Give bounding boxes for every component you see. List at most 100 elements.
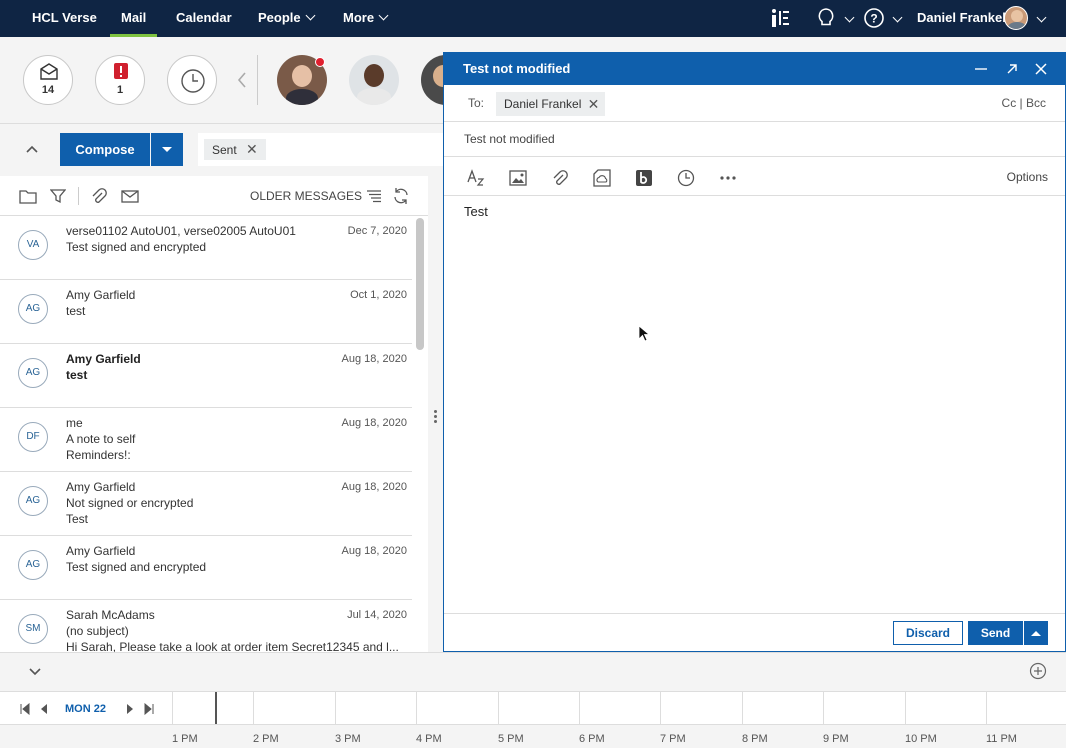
- box-icon[interactable]: [635, 169, 653, 187]
- first-page-icon[interactable]: [19, 703, 31, 715]
- to-label: To:: [468, 96, 485, 110]
- hour-label: 3 PM: [335, 733, 361, 745]
- sender-avatar: DF: [18, 422, 48, 452]
- calendar-strip: MON 22 1 PM 2 PM 3 PM 4 PM 5 PM 6 PM 7 P…: [0, 652, 1066, 748]
- options-link[interactable]: Options: [1007, 170, 1048, 184]
- message-subject: Test signed and encrypted: [66, 560, 207, 574]
- message-row[interactable]: AG Amy Garfield Not signed or encrypted …: [0, 472, 412, 536]
- message-subject: test: [66, 368, 88, 382]
- reminders-bubble[interactable]: [167, 55, 217, 105]
- attachment-icon[interactable]: [551, 169, 569, 187]
- next-day-icon[interactable]: [125, 703, 135, 715]
- filter-box[interactable]: Sent ✕: [198, 133, 443, 166]
- hour-label: 6 PM: [579, 733, 605, 745]
- brand-logo[interactable]: HCL Verse: [32, 0, 97, 37]
- divider: [78, 187, 79, 205]
- hour-gridline: [660, 692, 661, 724]
- inbox-bubble[interactable]: 14: [23, 55, 73, 105]
- nav-people[interactable]: People: [258, 0, 316, 37]
- chevron-down-icon[interactable]: [892, 12, 903, 23]
- message-subject: Test signed and encrypted: [66, 240, 207, 254]
- caret-up-icon: [1031, 631, 1041, 636]
- pane-splitter[interactable]: [428, 176, 443, 652]
- hour-gridline: [335, 692, 336, 724]
- message-row[interactable]: AG Amy Garfield test Oct 1, 2020: [0, 280, 412, 344]
- message-row[interactable]: AG Amy Garfield Test signed and encrypte…: [0, 536, 412, 600]
- svg-text:?: ?: [870, 12, 877, 26]
- nav-calendar[interactable]: Calendar: [176, 0, 232, 37]
- message-row[interactable]: AG Amy Garfield test Aug 18, 2020: [0, 344, 412, 408]
- clock-icon[interactable]: [677, 169, 695, 187]
- compose-dropdown[interactable]: [151, 133, 183, 166]
- hour-label: 2 PM: [253, 733, 279, 745]
- editor-toolbar: Options: [444, 157, 1065, 196]
- prev-day-icon[interactable]: [39, 703, 49, 715]
- compose-title-bar[interactable]: Test not modified: [444, 53, 1065, 85]
- recipient-chip[interactable]: Daniel Frankel ✕: [496, 92, 606, 116]
- chevron-down-icon[interactable]: [844, 12, 855, 23]
- compose-button[interactable]: Compose: [60, 133, 150, 166]
- hour-gridline: [986, 692, 987, 724]
- close-icon[interactable]: ✕: [246, 141, 258, 157]
- subject-field[interactable]: Test not modified: [464, 132, 555, 146]
- text-format-icon[interactable]: [467, 169, 485, 187]
- user-name[interactable]: Daniel Frankel: [917, 0, 1006, 37]
- older-messages-button[interactable]: OLDER MESSAGES: [250, 189, 362, 203]
- sender-avatar: AG: [18, 486, 48, 516]
- nav-mail[interactable]: Mail: [110, 0, 158, 37]
- cc-bcc-link[interactable]: Cc | Bcc: [1002, 96, 1046, 110]
- chevron-down-icon[interactable]: [28, 667, 42, 677]
- chevron-up-icon[interactable]: [25, 144, 39, 154]
- contact-avatar[interactable]: [421, 55, 443, 105]
- inbox-icon: [40, 63, 58, 80]
- hour-label: 1 PM: [172, 733, 198, 745]
- current-day-label[interactable]: MON 22: [65, 703, 106, 715]
- chevron-down-icon[interactable]: [1036, 12, 1047, 23]
- message-list: VA verse01102 AutoU01, verse02005 AutoU0…: [0, 216, 428, 652]
- refresh-icon[interactable]: [392, 187, 410, 205]
- help-icon[interactable]: ?: [863, 7, 885, 29]
- divider: [257, 55, 258, 105]
- hour-gridline: [742, 692, 743, 724]
- cloud-file-icon[interactable]: [593, 169, 611, 187]
- list-scrollbar[interactable]: [416, 218, 424, 350]
- chevron-down-icon: [305, 10, 316, 21]
- folder-icon[interactable]: [19, 189, 37, 204]
- apps-icon[interactable]: [770, 7, 792, 29]
- attachment-icon[interactable]: [91, 188, 107, 205]
- hour-gridline: [172, 692, 173, 724]
- more-icon[interactable]: [719, 169, 737, 187]
- hour-gridline: [905, 692, 906, 724]
- message-row[interactable]: SM Sarah McAdams (no subject) Hi Sarah, …: [0, 600, 412, 652]
- send-button[interactable]: Send: [968, 621, 1023, 645]
- contact-avatar[interactable]: [349, 55, 399, 105]
- nav-more[interactable]: More: [343, 0, 389, 37]
- close-icon[interactable]: ✕: [588, 92, 600, 116]
- last-page-icon[interactable]: [143, 703, 155, 715]
- message-row[interactable]: VA verse01102 AutoU01, verse02005 AutoU0…: [0, 216, 412, 280]
- hour-label: 10 PM: [905, 733, 937, 745]
- subject-row[interactable]: Test not modified: [444, 122, 1065, 157]
- discard-button[interactable]: Discard: [893, 621, 963, 645]
- popout-icon[interactable]: [1005, 62, 1019, 76]
- filter-chip-sent[interactable]: Sent ✕: [204, 139, 266, 160]
- message-body-editor[interactable]: Test: [444, 196, 1065, 613]
- lightbulb-icon[interactable]: [816, 7, 836, 29]
- image-icon[interactable]: [509, 169, 527, 187]
- message-row[interactable]: DF me A note to self Reminders!: Aug 18,…: [0, 408, 412, 472]
- add-event-icon[interactable]: [1029, 662, 1047, 680]
- hour-label: 9 PM: [823, 733, 849, 745]
- important-bubble[interactable]: 1: [95, 55, 145, 105]
- minimize-icon[interactable]: [974, 63, 988, 75]
- chevron-left-icon[interactable]: [236, 71, 248, 89]
- bubble-row: 14 1: [0, 37, 443, 124]
- sort-icon[interactable]: [366, 189, 382, 204]
- send-options-button[interactable]: [1024, 621, 1048, 645]
- filter-icon[interactable]: [50, 188, 66, 204]
- hour-label: 4 PM: [416, 733, 442, 745]
- close-icon[interactable]: [1034, 62, 1048, 76]
- envelope-icon[interactable]: [121, 190, 139, 203]
- user-avatar[interactable]: [1004, 6, 1028, 30]
- calendar-timeline[interactable]: MON 22: [0, 691, 1066, 725]
- clock-icon: [181, 69, 205, 93]
